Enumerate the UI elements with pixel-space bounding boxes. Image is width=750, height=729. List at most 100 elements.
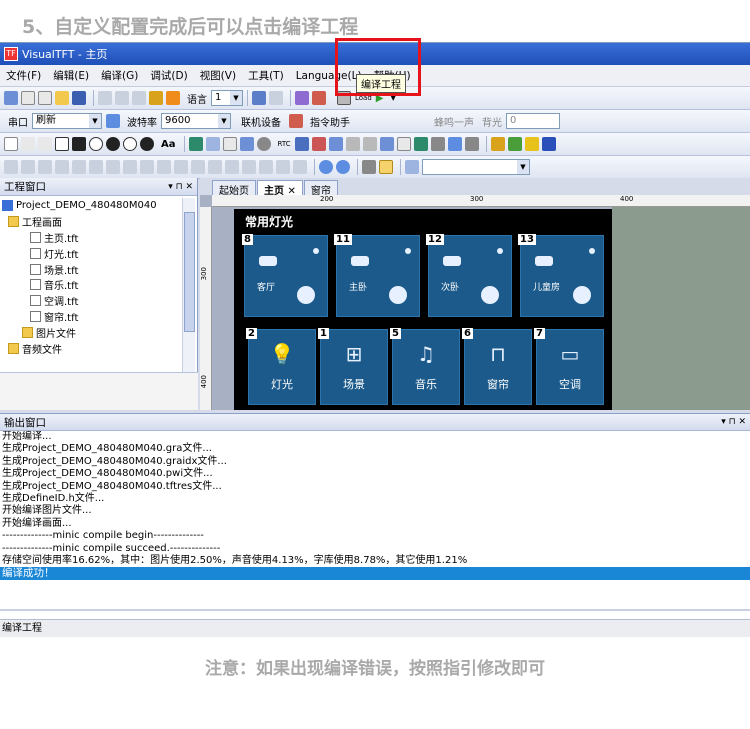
baud-select[interactable]: 9600 ▼ bbox=[161, 113, 231, 129]
connect-device-button[interactable]: 联机设备 bbox=[241, 114, 281, 129]
room-card[interactable]: 12 次卧 bbox=[426, 234, 512, 317]
port-select[interactable]: 刷新 ▼ bbox=[32, 113, 102, 129]
lock-icon[interactable] bbox=[149, 91, 163, 105]
same-width-icon[interactable] bbox=[106, 160, 120, 174]
lock-layer-icon[interactable] bbox=[259, 160, 273, 174]
number-icon[interactable] bbox=[166, 91, 180, 105]
tree-item-file[interactable]: 灯光.tft bbox=[2, 245, 195, 261]
circle-icon[interactable] bbox=[89, 137, 103, 151]
room-card[interactable]: 8 客厅 bbox=[242, 234, 328, 317]
backlight-field[interactable]: 0 bbox=[506, 113, 560, 129]
screen-select[interactable]: ▼ bbox=[422, 159, 530, 175]
filled-rectangle-icon[interactable] bbox=[72, 137, 86, 151]
tree-item-audio[interactable]: 音频文件 bbox=[2, 340, 195, 356]
center-h-icon[interactable] bbox=[191, 160, 205, 174]
menu-edit[interactable]: 编辑(E) bbox=[53, 68, 89, 83]
send-back-icon[interactable] bbox=[242, 160, 256, 174]
cut-icon[interactable] bbox=[98, 91, 112, 105]
brush-icon[interactable] bbox=[490, 137, 505, 151]
highlight-color-icon[interactable] bbox=[524, 137, 539, 151]
tree-item-file[interactable]: 空调.tft bbox=[2, 293, 195, 309]
menu-icon[interactable] bbox=[345, 137, 360, 151]
function-button[interactable]: 7 ▭ 空调 bbox=[534, 328, 604, 405]
align-left-icon[interactable] bbox=[4, 160, 18, 174]
pointer-icon[interactable] bbox=[4, 137, 18, 151]
menu-view[interactable]: 视图(V) bbox=[200, 68, 236, 83]
filled-ellipse-icon[interactable] bbox=[140, 137, 154, 151]
line-icon[interactable] bbox=[21, 137, 35, 151]
curve-icon[interactable] bbox=[294, 137, 309, 151]
video-icon[interactable] bbox=[447, 137, 462, 151]
meter-icon[interactable] bbox=[256, 137, 271, 151]
icon-tool-icon[interactable] bbox=[413, 137, 428, 151]
gif-icon[interactable] bbox=[430, 137, 445, 151]
menu-tools[interactable]: 工具(T) bbox=[248, 68, 284, 83]
function-button[interactable]: 2 💡 灯光 bbox=[246, 328, 316, 405]
pane-controls[interactable]: ▾ ⊓ ✕ bbox=[721, 417, 746, 427]
qr-icon[interactable] bbox=[328, 137, 343, 151]
center-v-icon[interactable] bbox=[208, 160, 222, 174]
rectangle-icon[interactable] bbox=[55, 137, 69, 151]
progress-icon[interactable] bbox=[239, 137, 254, 151]
keyboard-icon[interactable] bbox=[464, 137, 479, 151]
space-v-icon[interactable] bbox=[174, 160, 188, 174]
tree-item-screens[interactable]: 工程画面 bbox=[2, 214, 195, 230]
tree-item-file[interactable]: 窗帘.tft bbox=[2, 309, 195, 325]
filled-circle-icon[interactable] bbox=[106, 137, 120, 151]
new-page-icon[interactable] bbox=[38, 91, 52, 105]
table-icon[interactable] bbox=[311, 137, 326, 151]
tab-curtain[interactable]: 窗帘 bbox=[303, 180, 338, 197]
function-button[interactable]: 5 ♫ 音乐 bbox=[390, 328, 460, 405]
space-h-icon[interactable] bbox=[157, 160, 171, 174]
language-select[interactable]: 1 ▼ bbox=[211, 90, 243, 106]
zoom-in-icon[interactable] bbox=[319, 160, 333, 174]
zoom-out-icon[interactable] bbox=[336, 160, 350, 174]
align-center-h-icon[interactable] bbox=[72, 160, 86, 174]
slider-icon[interactable] bbox=[362, 137, 377, 151]
menu-file[interactable]: 文件(F) bbox=[6, 68, 41, 83]
scroll-thumb[interactable] bbox=[184, 212, 195, 332]
button-icon[interactable] bbox=[205, 137, 220, 151]
open-folder-icon[interactable] bbox=[55, 91, 69, 105]
output-hscrollbar[interactable] bbox=[0, 609, 750, 611]
tree-item-file[interactable]: 音乐.tft bbox=[2, 277, 195, 293]
redo-icon[interactable] bbox=[269, 91, 283, 105]
tree-scrollbar[interactable] bbox=[182, 198, 195, 373]
pane-controls[interactable]: ▾ ⊓ ✕ bbox=[168, 182, 193, 192]
tool-icon[interactable] bbox=[312, 91, 326, 105]
ellipse-icon[interactable] bbox=[123, 137, 137, 151]
tree-item-file[interactable]: 场景.tft bbox=[2, 261, 195, 277]
command-assistant-button[interactable]: 指令助手 bbox=[310, 114, 350, 129]
align-right-icon[interactable] bbox=[21, 160, 35, 174]
bring-front-icon[interactable] bbox=[225, 160, 239, 174]
grid-icon[interactable] bbox=[362, 160, 376, 174]
fill-icon[interactable] bbox=[507, 137, 522, 151]
undo-icon[interactable] bbox=[252, 91, 266, 105]
tree-item-images[interactable]: 图片文件 bbox=[2, 324, 195, 340]
align-top-icon[interactable] bbox=[38, 160, 52, 174]
animation-icon[interactable] bbox=[396, 137, 411, 151]
polyline-icon[interactable] bbox=[38, 137, 52, 151]
same-height-icon[interactable] bbox=[123, 160, 137, 174]
rtc-icon[interactable]: RTC bbox=[278, 140, 291, 148]
text-tool-icon[interactable]: Aa bbox=[161, 139, 176, 150]
menu-compile[interactable]: 编译(G) bbox=[101, 68, 138, 83]
same-size-icon[interactable] bbox=[140, 160, 154, 174]
save-icon[interactable] bbox=[72, 91, 86, 105]
beep-button[interactable]: 蜂鸣一声 bbox=[434, 114, 474, 129]
image-icon[interactable] bbox=[188, 137, 203, 151]
ungroup-icon[interactable] bbox=[293, 160, 307, 174]
room-card[interactable]: 11 主卧 bbox=[334, 234, 420, 317]
paste-icon[interactable] bbox=[132, 91, 146, 105]
function-button[interactable]: 1 ⊞ 场景 bbox=[318, 328, 388, 405]
font-color-icon[interactable] bbox=[541, 137, 556, 151]
room-card[interactable]: 13 儿童房 bbox=[518, 234, 604, 317]
tab-home[interactable]: 主页 ✕ bbox=[257, 180, 303, 197]
copy-icon[interactable] bbox=[115, 91, 129, 105]
group-icon[interactable] bbox=[276, 160, 290, 174]
new-icon[interactable] bbox=[4, 91, 18, 105]
tree-item-file[interactable]: 主页.tft bbox=[2, 230, 195, 246]
screen-icon[interactable] bbox=[405, 160, 419, 174]
tree-item-project[interactable]: Project_DEMO_480480M040 bbox=[2, 198, 195, 214]
select-icon[interactable] bbox=[379, 137, 394, 151]
